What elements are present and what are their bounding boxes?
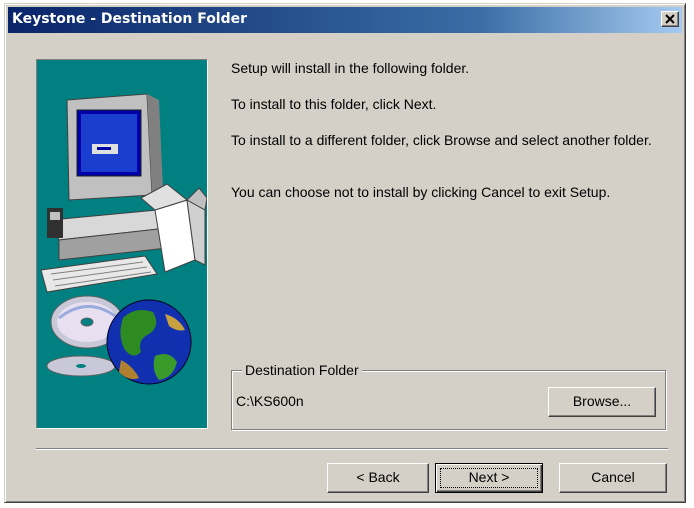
install-location-text: Setup will install in the following fold…	[231, 60, 470, 76]
back-button-label: < Back	[356, 469, 400, 485]
cancel-button[interactable]: Cancel	[559, 463, 667, 493]
destination-folder-group: Destination Folder C:\KS600n Browse...	[231, 362, 666, 430]
computer-icon	[40, 93, 168, 293]
button-separator	[36, 448, 668, 450]
window-title: Keystone - Destination Folder	[12, 11, 248, 27]
close-button[interactable]	[661, 11, 679, 27]
destination-folder-legend: Destination Folder	[242, 362, 362, 378]
setup-dialog: Keystone - Destination Folder Setup will…	[4, 3, 686, 503]
cancel-button-label: Cancel	[591, 469, 635, 485]
install-browse-text: To install to a different folder, click …	[231, 132, 652, 148]
title-bar[interactable]: Keystone - Destination Folder	[8, 7, 682, 33]
destination-path: C:\KS600n	[236, 393, 304, 409]
next-button[interactable]: Next >	[435, 463, 543, 493]
install-next-text: To install to this folder, click Next.	[231, 96, 437, 112]
back-button[interactable]: < Back	[327, 463, 429, 493]
browse-button-label: Browse...	[572, 393, 632, 409]
setup-illustration	[36, 59, 208, 429]
close-icon	[665, 14, 675, 24]
install-cancel-text: You can choose not to install by clickin…	[231, 184, 611, 200]
browse-button[interactable]: Browse...	[548, 387, 656, 417]
globe-icon	[106, 299, 192, 385]
next-button-label: Next >	[468, 469, 510, 485]
